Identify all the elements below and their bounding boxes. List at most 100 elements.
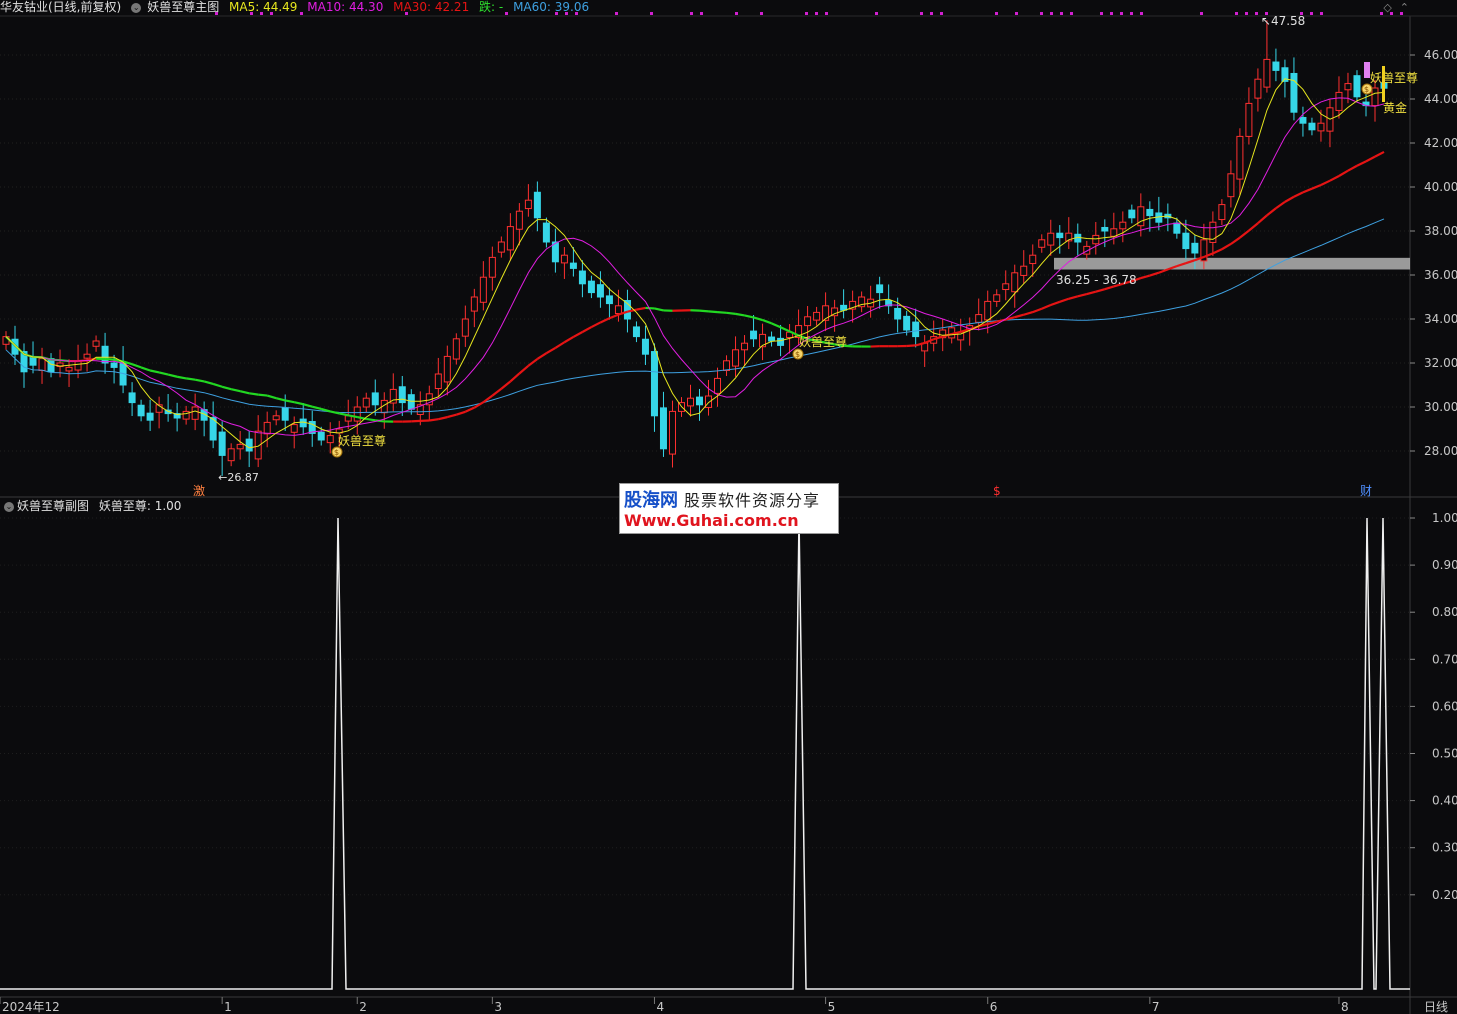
candle-body	[542, 222, 550, 243]
candle-body	[434, 373, 442, 390]
candle-body	[750, 330, 758, 340]
candle-body	[641, 338, 649, 355]
ma30-segment	[1158, 268, 1169, 274]
ma30-segment	[447, 413, 457, 419]
candle-body	[1119, 221, 1127, 230]
marker-ji: 激	[193, 484, 205, 498]
sub-signal-path	[0, 517, 1410, 990]
high-price-label: ↖47.58	[1261, 14, 1305, 28]
candle-body	[281, 407, 289, 421]
candles	[2, 20, 1388, 476]
candle-body	[407, 394, 415, 410]
ma30-segment	[249, 392, 259, 396]
candle-body	[1038, 239, 1046, 248]
ma30-segment	[1320, 179, 1331, 187]
signal-dot	[615, 12, 618, 15]
x-tick-label: 8	[1341, 1000, 1349, 1014]
ma30-segment	[429, 418, 439, 422]
sub-y-axis: 1.00 0.90 0.80 0.70 0.60 0.50 0.40 0.30 0.20	[1410, 511, 1457, 902]
ma30-segment	[726, 311, 736, 315]
timeframe-label: 日线	[1424, 1000, 1448, 1014]
annotations: ↖47.58←26.8736.25 - 36.78$妖兽至尊$妖兽至尊$妖兽至尊…	[193, 14, 1418, 498]
sub-y-tick-label: 0.30	[1432, 841, 1457, 855]
ma30-segment	[1140, 274, 1151, 280]
x-tick-label: 5	[828, 1000, 836, 1014]
signal-dot	[555, 12, 558, 15]
ma30-segment	[366, 417, 376, 422]
candle-body	[497, 241, 505, 253]
candle-body	[218, 431, 226, 456]
candle-body	[398, 386, 406, 404]
candle-body	[569, 262, 577, 269]
candle-body	[74, 360, 82, 371]
y-tick-label: 42.00	[1424, 136, 1457, 150]
signal-dot	[1255, 12, 1258, 15]
sub-y-tick-label: 0.80	[1432, 605, 1457, 619]
ma30-segment	[1356, 160, 1367, 167]
y-tick-label: 30.00	[1424, 400, 1457, 414]
ma30-segment	[717, 311, 727, 314]
candle-body	[1182, 232, 1190, 250]
ma30-segment	[987, 320, 997, 325]
candle-body	[650, 351, 658, 417]
ma30-segment	[1329, 175, 1340, 182]
candle-body	[479, 276, 487, 303]
ma30-segment	[1284, 195, 1295, 203]
y-tick-label: 38.00	[1424, 224, 1457, 238]
candle-body	[1110, 228, 1118, 237]
signal-dot	[1400, 12, 1403, 15]
signal-dot	[700, 12, 703, 15]
ma30-segment	[1311, 184, 1322, 190]
sub-chart-line	[0, 517, 1410, 990]
candle-body	[443, 355, 451, 383]
candle-body	[326, 435, 334, 444]
candle-body	[1047, 232, 1055, 246]
signal-dot	[575, 12, 578, 15]
ma30-segment	[1050, 300, 1061, 307]
ma30-segment	[1077, 292, 1088, 298]
signal-dot	[1060, 12, 1063, 15]
x-tick-label: 2024年12	[2, 1000, 60, 1014]
candle-body	[1317, 122, 1325, 132]
ma30-segment	[104, 357, 115, 361]
candle-body	[993, 294, 1001, 302]
low-price-label: ←26.87	[218, 471, 259, 484]
ma30-segment	[636, 306, 646, 311]
candle-body	[1191, 242, 1199, 254]
ma30-segment	[1248, 222, 1259, 232]
candle-body	[723, 360, 731, 371]
ma30-segment	[239, 390, 250, 395]
ma30-segment	[1041, 303, 1052, 310]
x-tick-label: 2	[359, 1000, 367, 1014]
ma30-segment	[293, 401, 304, 406]
signal-dot	[1120, 12, 1123, 15]
candle-body	[461, 318, 469, 337]
candle-body	[714, 377, 722, 394]
candle-body	[912, 321, 920, 338]
ma30-segment	[509, 372, 521, 383]
ma30-segment	[1149, 271, 1160, 277]
ma30-segment	[311, 405, 322, 411]
candle-body	[488, 256, 496, 278]
signal-dot	[1245, 12, 1248, 15]
ma30-segment	[1347, 164, 1358, 172]
candle-body	[1146, 208, 1154, 217]
ma30-segment	[780, 326, 791, 333]
ma30-segment	[491, 387, 503, 397]
candle-body	[110, 362, 118, 368]
ma30-segment	[572, 331, 583, 338]
candle-body	[29, 357, 37, 366]
candle-body	[1308, 122, 1316, 131]
ma30-segment	[609, 313, 619, 320]
signal-dot	[300, 12, 303, 15]
signal-label: 妖兽至尊	[338, 433, 386, 448]
candle-body	[614, 305, 622, 314]
y-tick-label: 44.00	[1424, 92, 1457, 106]
ma30-segment	[699, 309, 709, 313]
candle-body	[1335, 91, 1343, 111]
signal-dot	[1040, 12, 1043, 15]
ma30-segment	[230, 388, 241, 393]
candle-body	[975, 314, 983, 323]
candle-body	[587, 280, 595, 294]
candle-body	[506, 226, 514, 251]
